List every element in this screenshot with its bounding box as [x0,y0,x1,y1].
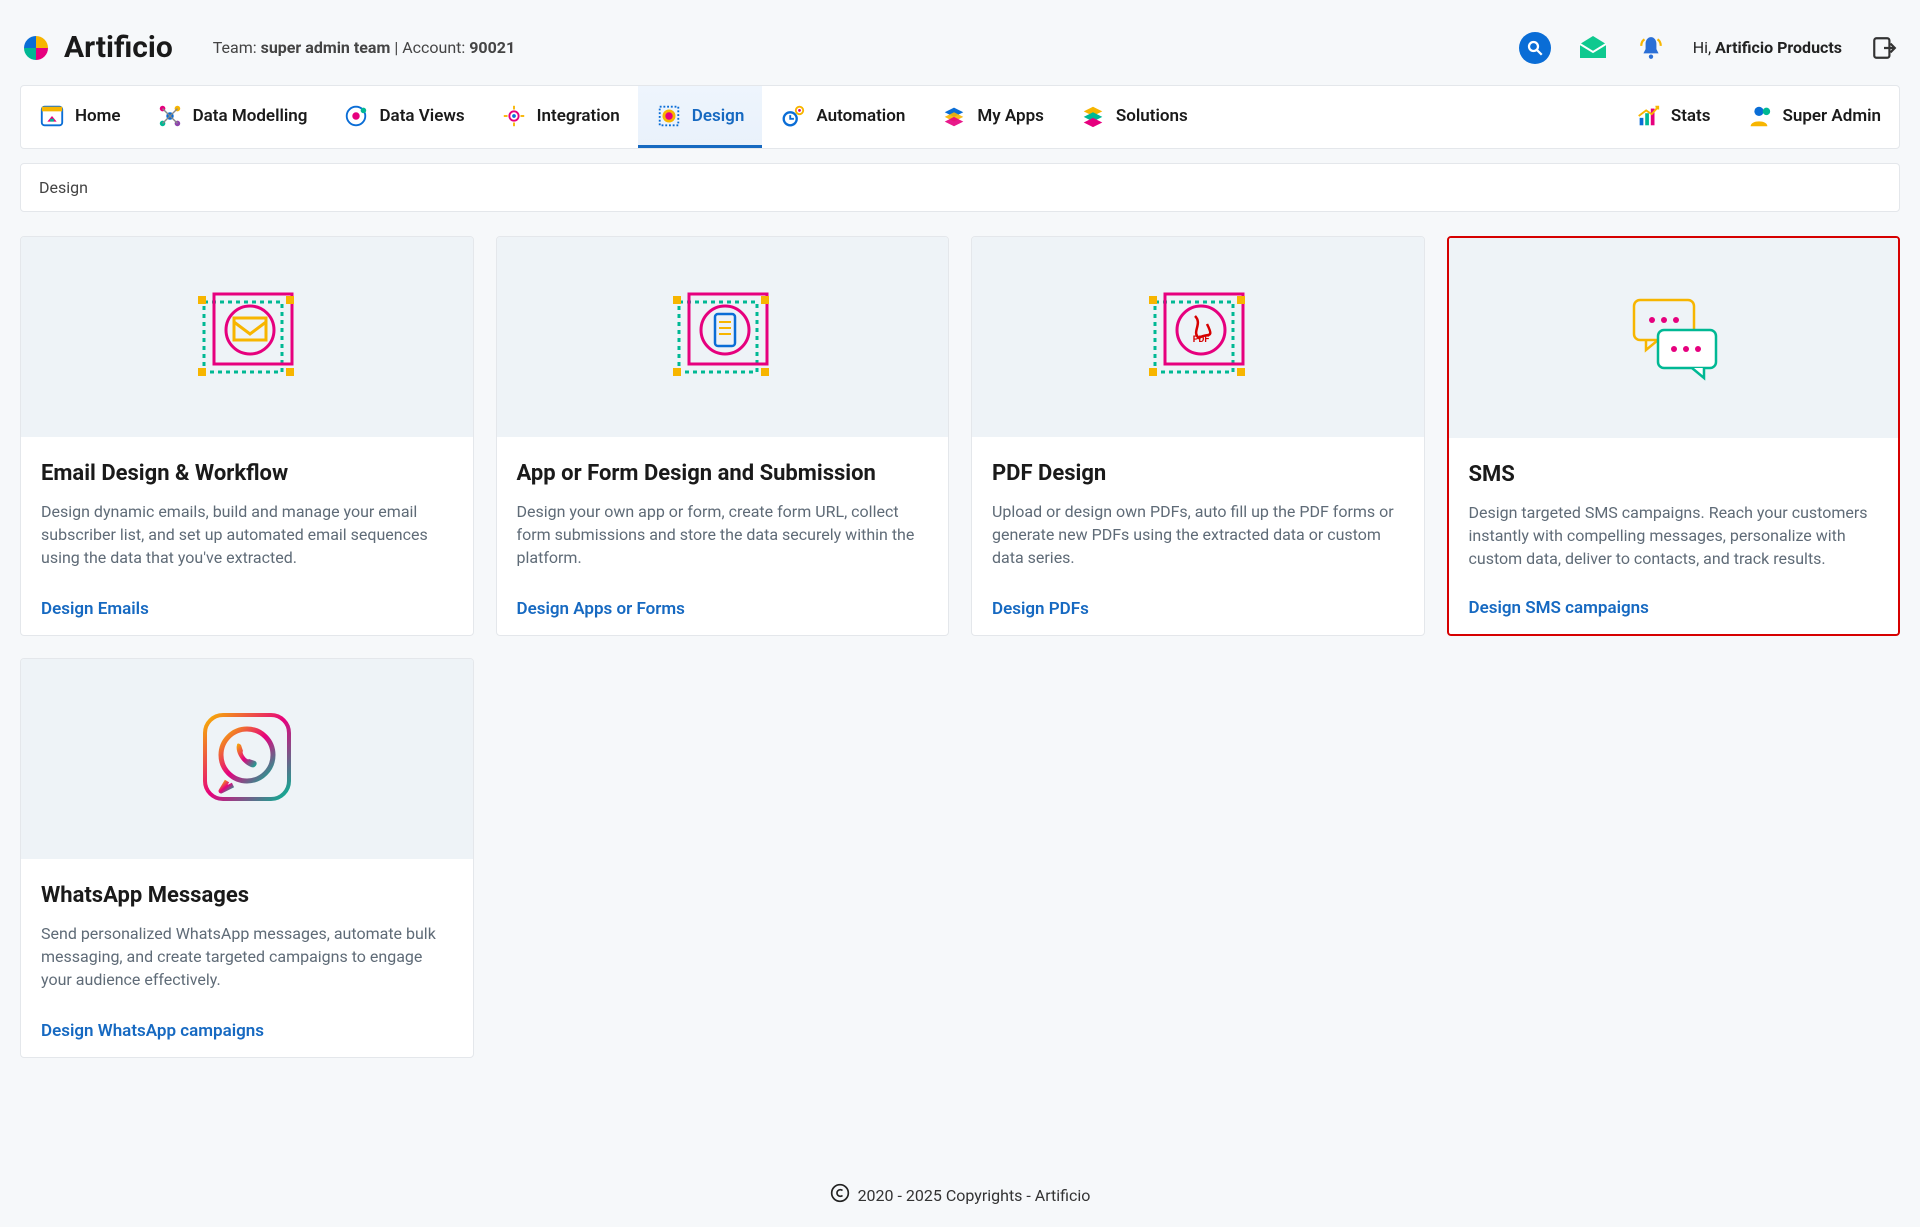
card-title: PDF Design [992,461,1404,486]
nav-my-apps[interactable]: My Apps [923,86,1062,148]
card-desc: Design your own app or form, create form… [517,500,929,570]
card-pdf-design: PDF PDF Design Upload or design own PDFs… [971,236,1425,636]
search-button[interactable] [1519,32,1551,64]
home-icon [39,103,65,129]
team-account-info: Team: super admin team | Account: 90021 [213,38,515,57]
user-greeting: Hi, Artificio Products [1693,38,1842,57]
copyright-icon [830,1183,850,1207]
super-admin-icon [1746,103,1772,129]
design-sms-link[interactable]: Design SMS campaigns [1469,598,1879,618]
card-sms: SMS Design targeted SMS campaigns. Reach… [1447,236,1901,636]
svg-text:PDF: PDF [1192,335,1209,345]
footer: 2020 - 2025 Copyrights - Artificio [0,1183,1920,1207]
logout-icon[interactable] [1868,32,1900,64]
nav-data-views[interactable]: Data Views [325,86,482,148]
nav-data-modelling[interactable]: Data Modelling [139,86,326,148]
design-emails-link[interactable]: Design Emails [41,599,453,619]
cards-grid: Email Design & Workflow Design dynamic e… [20,236,1900,1058]
my-apps-icon [941,103,967,129]
mail-icon[interactable] [1577,32,1609,64]
app-form-design-icon [667,280,777,394]
card-title: SMS [1469,462,1879,487]
card-email-design: Email Design & Workflow Design dynamic e… [20,236,474,636]
card-title: Email Design & Workflow [41,461,453,486]
artificio-logo-icon [20,32,52,64]
design-pdfs-link[interactable]: Design PDFs [992,599,1404,619]
solutions-icon [1080,103,1106,129]
breadcrumb: Design [20,163,1900,212]
card-whatsapp: WhatsApp Messages Send personalized What… [20,658,474,1058]
email-design-icon [192,280,302,394]
nav-automation[interactable]: Automation [762,86,923,148]
nav-stats[interactable]: Stats [1617,86,1729,148]
pdf-design-icon: PDF [1143,280,1253,394]
main-nav: Home Data Modelling [20,85,1900,149]
whatsapp-icon [197,707,297,811]
design-whatsapp-link[interactable]: Design WhatsApp campaigns [41,1021,453,1041]
nav-super-admin[interactable]: Super Admin [1728,86,1899,148]
sms-icon [1618,286,1728,390]
card-title: App or Form Design and Submission [517,461,929,486]
card-desc: Design targeted SMS campaigns. Reach you… [1469,501,1879,571]
brand-label: Artificio [64,30,173,65]
nav-integration[interactable]: Integration [483,86,638,148]
header: Artificio Team: super admin team | Accou… [20,20,1900,85]
automation-icon [780,103,806,129]
nav-design[interactable]: Design [638,86,763,148]
bell-icon[interactable] [1635,32,1667,64]
card-desc: Send personalized WhatsApp messages, aut… [41,922,453,992]
integration-icon [501,103,527,129]
design-icon [656,103,682,129]
data-views-icon [343,103,369,129]
design-apps-forms-link[interactable]: Design Apps or Forms [517,599,929,619]
card-desc: Design dynamic emails, build and manage … [41,500,453,570]
data-modelling-icon [157,103,183,129]
nav-solutions[interactable]: Solutions [1062,86,1206,148]
card-desc: Upload or design own PDFs, auto fill up … [992,500,1404,570]
card-title: WhatsApp Messages [41,883,453,908]
logo[interactable]: Artificio [20,30,173,65]
stats-icon [1635,103,1661,129]
card-app-form-design: App or Form Design and Submission Design… [496,236,950,636]
nav-home[interactable]: Home [21,86,139,148]
